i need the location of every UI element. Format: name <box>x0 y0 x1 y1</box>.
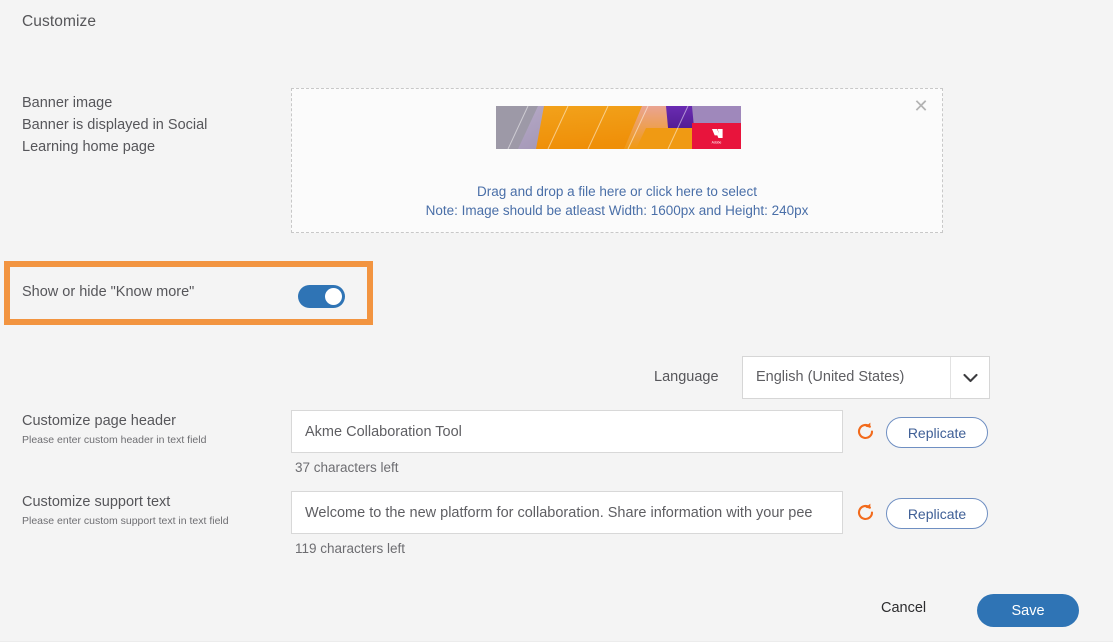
language-selected-value: English (United States) <box>756 369 905 385</box>
banner-thumbnail: Adobe <box>496 106 741 149</box>
support-text-subtitle: Please enter custom support text in text… <box>22 515 229 527</box>
language-label: Language <box>654 369 719 385</box>
language-select[interactable]: English (United States) <box>742 356 990 399</box>
page-header-title: Customize page header <box>22 413 176 429</box>
toggle-knob <box>325 288 342 305</box>
page-header-input[interactable] <box>291 410 843 453</box>
know-more-highlight-box: Show or hide "Know more" <box>4 261 373 325</box>
banner-label-line-3: Learning home page <box>22 139 156 155</box>
dropzone-primary-text[interactable]: Drag and drop a file here or click here … <box>477 184 757 199</box>
page-title: Customize <box>22 13 97 30</box>
support-text-label: Customize support text Please enter cust… <box>22 492 282 529</box>
save-button[interactable]: Save <box>977 594 1079 627</box>
support-text-char-count: 119 characters left <box>295 541 406 556</box>
banner-label-line-1: Banner image <box>22 95 113 111</box>
chevron-down-icon[interactable] <box>950 357 989 398</box>
replicate-page-header-button[interactable]: Replicate <box>886 417 988 448</box>
page-header-subtitle: Please enter custom header in text field <box>22 434 207 446</box>
support-text-input[interactable] <box>291 491 843 534</box>
cancel-button[interactable]: Cancel <box>881 600 926 616</box>
banner-image-label: Banner image Banner is displayed in Soci… <box>22 92 272 158</box>
page-header-label: Customize page header Please enter custo… <box>22 411 282 448</box>
know-more-toggle[interactable] <box>298 285 345 308</box>
support-text-title: Customize support text <box>22 494 171 510</box>
banner-dropzone[interactable]: ✕ Adobe Drag and drop a file here or cli… <box>291 88 943 233</box>
reset-icon[interactable] <box>855 502 876 523</box>
page-header-char-count: 37 characters left <box>295 460 399 475</box>
replicate-support-text-button[interactable]: Replicate <box>886 498 988 529</box>
know-more-label: Show or hide "Know more" <box>22 284 195 300</box>
dropzone-instructions: Drag and drop a file here or click here … <box>292 182 942 220</box>
reset-icon[interactable] <box>855 421 876 442</box>
svg-text:Adobe: Adobe <box>712 141 722 145</box>
banner-label-line-2: Banner is displayed in Social <box>22 117 208 133</box>
language-row: Language English (United States) <box>0 356 1113 399</box>
close-icon[interactable]: ✕ <box>911 97 931 117</box>
dropzone-note-text: Note: Image should be atleast Width: 160… <box>425 203 809 218</box>
